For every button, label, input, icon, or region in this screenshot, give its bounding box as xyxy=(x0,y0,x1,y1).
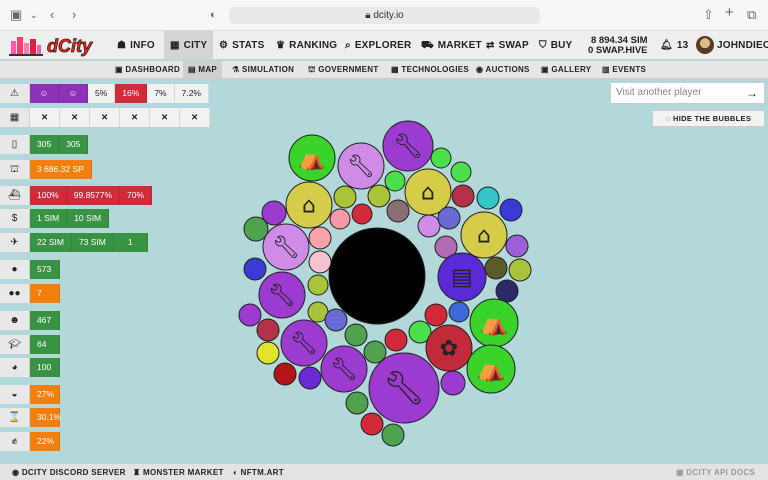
building-bubble[interactable] xyxy=(243,216,269,242)
building-icon: ⌂ xyxy=(477,223,491,248)
building-bubble[interactable] xyxy=(430,147,452,169)
building-bubble[interactable] xyxy=(440,370,466,396)
building-bubble[interactable] xyxy=(345,391,369,415)
building-bubble[interactable] xyxy=(256,341,280,365)
building-bubble[interactable] xyxy=(307,274,329,296)
building-bubble[interactable] xyxy=(256,318,280,342)
footer-discord[interactable]: ◉ DCITY DISCORD SERVER xyxy=(12,464,126,480)
building-icon: 🔧︎ xyxy=(383,368,425,407)
building-icon: ⛺ xyxy=(477,357,506,383)
footer-label: DCITY DISCORD SERVER xyxy=(21,468,126,477)
building-bubble[interactable] xyxy=(273,362,297,386)
footer-label: NFTM.ART xyxy=(240,468,284,477)
building-bubble[interactable] xyxy=(505,234,529,258)
building-icon: ▤ xyxy=(451,265,473,291)
building-icon: ⌂ xyxy=(421,180,435,205)
footer-api-docs[interactable]: ▣ DCITY API DOCS xyxy=(676,464,755,480)
building-bubble[interactable] xyxy=(495,279,519,303)
building-icon: 🔧︎ xyxy=(290,331,318,356)
building-icon: 🔧︎ xyxy=(330,357,358,382)
building-bubble[interactable] xyxy=(367,184,391,208)
building-bubble[interactable] xyxy=(324,308,348,332)
building-bubble[interactable] xyxy=(238,303,262,327)
building-icon: 🔧︎ xyxy=(393,132,423,160)
building-bubble[interactable] xyxy=(329,208,351,230)
building-bubble[interactable] xyxy=(386,199,410,223)
footer-label: DCITY API DOCS xyxy=(686,468,756,477)
building-icon: 🔧︎ xyxy=(268,283,296,308)
building-icon: 🔧︎ xyxy=(272,235,300,260)
building-icon: ✿ xyxy=(440,336,458,361)
footer-nftm[interactable]: ◐ NFTM.ART xyxy=(233,464,284,480)
building-icon: 🔧︎ xyxy=(347,154,375,179)
building-bubble[interactable] xyxy=(437,206,461,230)
building-bubble[interactable] xyxy=(298,366,322,390)
building-bubble[interactable] xyxy=(476,186,500,210)
building-bubble[interactable] xyxy=(450,161,472,183)
building-bubble[interactable] xyxy=(424,303,448,327)
building-bubble[interactable] xyxy=(344,323,368,347)
building-bubble[interactable] xyxy=(451,184,475,208)
footer-monster-market[interactable]: ♜ MONSTER MARKET xyxy=(133,464,224,480)
building-bubble[interactable] xyxy=(360,412,384,436)
building-bubble[interactable] xyxy=(384,328,408,352)
building-bubble[interactable] xyxy=(484,256,508,280)
footer: ◉ DCITY DISCORD SERVER ♜ MONSTER MARKET … xyxy=(0,463,768,480)
building-icon: ⛺ xyxy=(298,146,325,171)
building-bubble[interactable] xyxy=(328,227,426,325)
building-bubble[interactable] xyxy=(384,170,406,192)
building-bubble[interactable] xyxy=(508,258,532,282)
building-icon: ⌂ xyxy=(302,193,316,218)
building-bubble[interactable] xyxy=(381,423,405,447)
building-bubble[interactable] xyxy=(351,203,373,225)
building-bubble[interactable] xyxy=(499,198,523,222)
building-bubble[interactable] xyxy=(417,214,441,238)
footer-label: MONSTER MARKET xyxy=(143,468,224,477)
building-bubble[interactable] xyxy=(333,185,357,209)
building-icon: ⛺ xyxy=(480,311,509,337)
building-bubble[interactable] xyxy=(448,301,470,323)
bubble-map[interactable]: ⛺ 🔧︎🔧︎⌂⌂🔧︎ ⌂▤🔧︎⛺🔧︎ ✿🔧︎ 🔧︎ ⛺ xyxy=(0,0,768,480)
building-bubble[interactable] xyxy=(308,226,332,250)
building-bubble[interactable] xyxy=(243,257,267,281)
building-bubble[interactable] xyxy=(308,250,332,274)
